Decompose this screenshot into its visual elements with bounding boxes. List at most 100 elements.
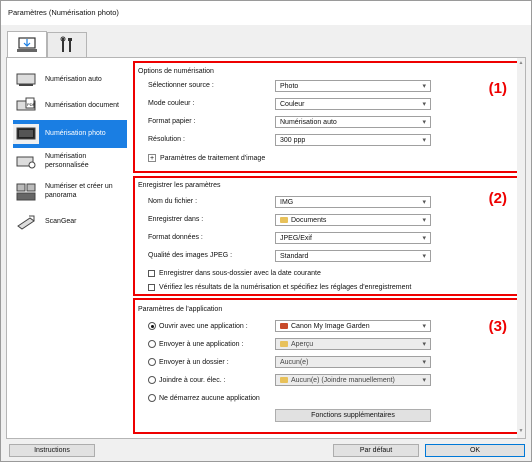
settings-pane: Options de numérisation (1) Sélectionner… <box>129 58 525 438</box>
instructions-button[interactable]: Instructions <box>9 444 95 457</box>
jpeg-quality-value: Standard <box>280 252 309 260</box>
open-app-value: Canon My Image Garden <box>291 322 370 330</box>
color-mode-select[interactable]: Couleur ▾ <box>275 98 431 110</box>
section-title: Paramètres de l'application <box>138 306 223 313</box>
send-app-select[interactable]: Aperçu ▾ <box>275 338 431 350</box>
send-app-radio[interactable] <box>148 340 156 348</box>
document-scan-icon: PDF <box>13 96 39 116</box>
attach-email-option[interactable]: Joindre à cour. élec. : <box>148 376 274 384</box>
sidebar-item-label: Numériser et créer un panorama <box>45 183 113 199</box>
filename-row: Nom du fichier : <box>148 198 277 205</box>
sidebar-item-label: Numérisation personnalisée <box>45 153 89 169</box>
chevron-down-icon: ▾ <box>422 137 426 144</box>
open-app-option[interactable]: Ouvrir avec une application : <box>148 322 274 330</box>
chevron-down-icon: ▾ <box>422 323 426 330</box>
folder-icon <box>280 341 288 347</box>
scan-computer-icon <box>17 36 37 52</box>
defaults-button[interactable]: Par défaut <box>333 444 419 457</box>
expand-icon: + <box>148 154 156 162</box>
attach-email-select[interactable]: Aucun(e) (Joindre manuellement) ▾ <box>275 374 431 386</box>
sidebar: Numérisation auto PDF Numérisation docum… <box>7 58 129 438</box>
tab-bar <box>1 25 531 57</box>
send-app-value: Aperçu <box>291 340 314 348</box>
attach-email-value: Aucun(e) (Joindre manuellement) <box>291 376 395 384</box>
no-app-label: Ne démarrez aucune application <box>159 394 260 402</box>
photo-scan-icon <box>13 124 39 144</box>
sidebar-item-photo-scan[interactable]: Numérisation photo <box>13 120 127 148</box>
sidebar-item-label: Numérisation document <box>45 101 119 109</box>
save-in-row: Enregistrer dans : <box>148 216 277 223</box>
sidebar-item-panorama[interactable]: Numériser et créer un panorama <box>13 176 127 208</box>
jpeg-quality-select[interactable]: Standard ▾ <box>275 250 431 262</box>
sidebar-item-label: Numérisation auto <box>45 75 102 83</box>
section-title: Enregistrer les paramètres <box>138 182 221 189</box>
sidebar-item-scangear[interactable]: ScanGear <box>13 210 127 234</box>
subfolder-checkbox-row[interactable]: Enregistrer dans sous-dossier avec la da… <box>148 270 321 277</box>
chevron-down-icon: ▾ <box>422 235 426 242</box>
send-folder-select[interactable]: Aucun(e) ▾ <box>275 356 431 368</box>
color-mode-value: Couleur <box>280 100 305 108</box>
auto-scan-icon <box>13 70 39 90</box>
no-app-radio[interactable] <box>148 394 156 402</box>
paper-size-row: Format papier : <box>148 118 277 125</box>
folder-icon <box>280 377 288 383</box>
send-folder-label: Envoyer à un dossier : <box>159 358 229 366</box>
vertical-scrollbar[interactable]: ▲ ▼ <box>517 58 525 438</box>
sidebar-item-custom-scan[interactable]: Numérisation personnalisée <box>13 148 127 176</box>
window-title: Paramètres (Numérisation photo) <box>8 8 119 17</box>
settings-window: Paramètres (Numérisation photo) Numérisa… <box>0 0 532 462</box>
source-select[interactable]: Photo ▾ <box>275 80 431 92</box>
jpeg-quality-row: Qualité des images JPEG : <box>148 252 277 259</box>
chevron-down-icon: ▾ <box>422 199 426 206</box>
scan-options-section: Options de numérisation (1) Sélectionner… <box>133 61 523 173</box>
section-number: (2) <box>488 190 507 207</box>
source-row: Sélectionner source : <box>148 82 277 89</box>
resolution-select[interactable]: 300 ppp ▾ <box>275 134 431 146</box>
resolution-label: Résolution : <box>148 136 185 143</box>
tab-scan-from-computer[interactable] <box>7 31 47 57</box>
chevron-down-icon: ▾ <box>422 217 426 224</box>
check-results-checkbox-row[interactable]: Vérifiez les résultats de la numérisatio… <box>148 284 411 291</box>
check-results-checkbox[interactable] <box>148 284 155 291</box>
send-folder-radio[interactable] <box>148 358 156 366</box>
sidebar-item-label: Numérisation photo <box>45 129 106 137</box>
filename-label: Nom du fichier : <box>148 198 198 205</box>
attach-email-radio[interactable] <box>148 376 156 384</box>
chevron-down-icon: ▾ <box>422 101 426 108</box>
no-app-option[interactable]: Ne démarrez aucune application <box>148 394 260 402</box>
paper-size-value: Numérisation auto <box>280 118 337 126</box>
filename-value: IMG <box>280 198 294 206</box>
title-bar: Paramètres (Numérisation photo) <box>1 1 531 25</box>
source-label: Sélectionner source : <box>148 82 214 89</box>
save-in-select[interactable]: Documents ▾ <box>275 214 431 226</box>
data-format-select[interactable]: JPEG/Exif ▾ <box>275 232 431 244</box>
subfolder-checkbox[interactable] <box>148 270 155 277</box>
jpeg-quality-label: Qualité des images JPEG : <box>148 252 233 259</box>
subfolder-label: Enregistrer dans sous-dossier avec la da… <box>159 270 321 277</box>
send-folder-option[interactable]: Envoyer à un dossier : <box>148 358 274 366</box>
send-app-label: Envoyer à une application : <box>159 340 244 348</box>
section-number: (1) <box>488 80 507 97</box>
open-app-radio[interactable] <box>148 322 156 330</box>
section-title: Options de numérisation <box>138 68 214 75</box>
save-settings-section: Enregistrer les paramètres (2) Nom du fi… <box>133 176 523 296</box>
open-app-label: Ouvrir avec une application : <box>159 322 248 330</box>
tab-general-settings[interactable] <box>47 32 87 57</box>
attach-email-label: Joindre à cour. élec. : <box>159 376 226 384</box>
more-functions-button[interactable]: Fonctions supplémentaires <box>275 409 431 422</box>
open-app-select[interactable]: Canon My Image Garden ▾ <box>275 320 431 332</box>
filename-input[interactable]: IMG ▾ <box>275 196 431 208</box>
scroll-down-icon[interactable]: ▼ <box>517 428 525 436</box>
sidebar-item-document-scan[interactable]: PDF Numérisation document <box>13 91 127 121</box>
chevron-down-icon: ▾ <box>422 119 426 126</box>
folder-icon <box>280 217 288 223</box>
send-folder-value: Aucun(e) <box>280 358 309 366</box>
chevron-down-icon: ▾ <box>422 83 426 90</box>
ok-button[interactable]: OK <box>425 444 525 457</box>
scroll-up-icon[interactable]: ▲ <box>517 60 525 68</box>
image-processing-toggle[interactable]: + Paramètres de traitement d'image <box>148 154 265 162</box>
send-app-option[interactable]: Envoyer à une application : <box>148 340 274 348</box>
settings-content: Numérisation auto PDF Numérisation docum… <box>6 57 526 439</box>
paper-size-select[interactable]: Numérisation auto ▾ <box>275 116 431 128</box>
save-in-value: Documents <box>291 216 327 224</box>
